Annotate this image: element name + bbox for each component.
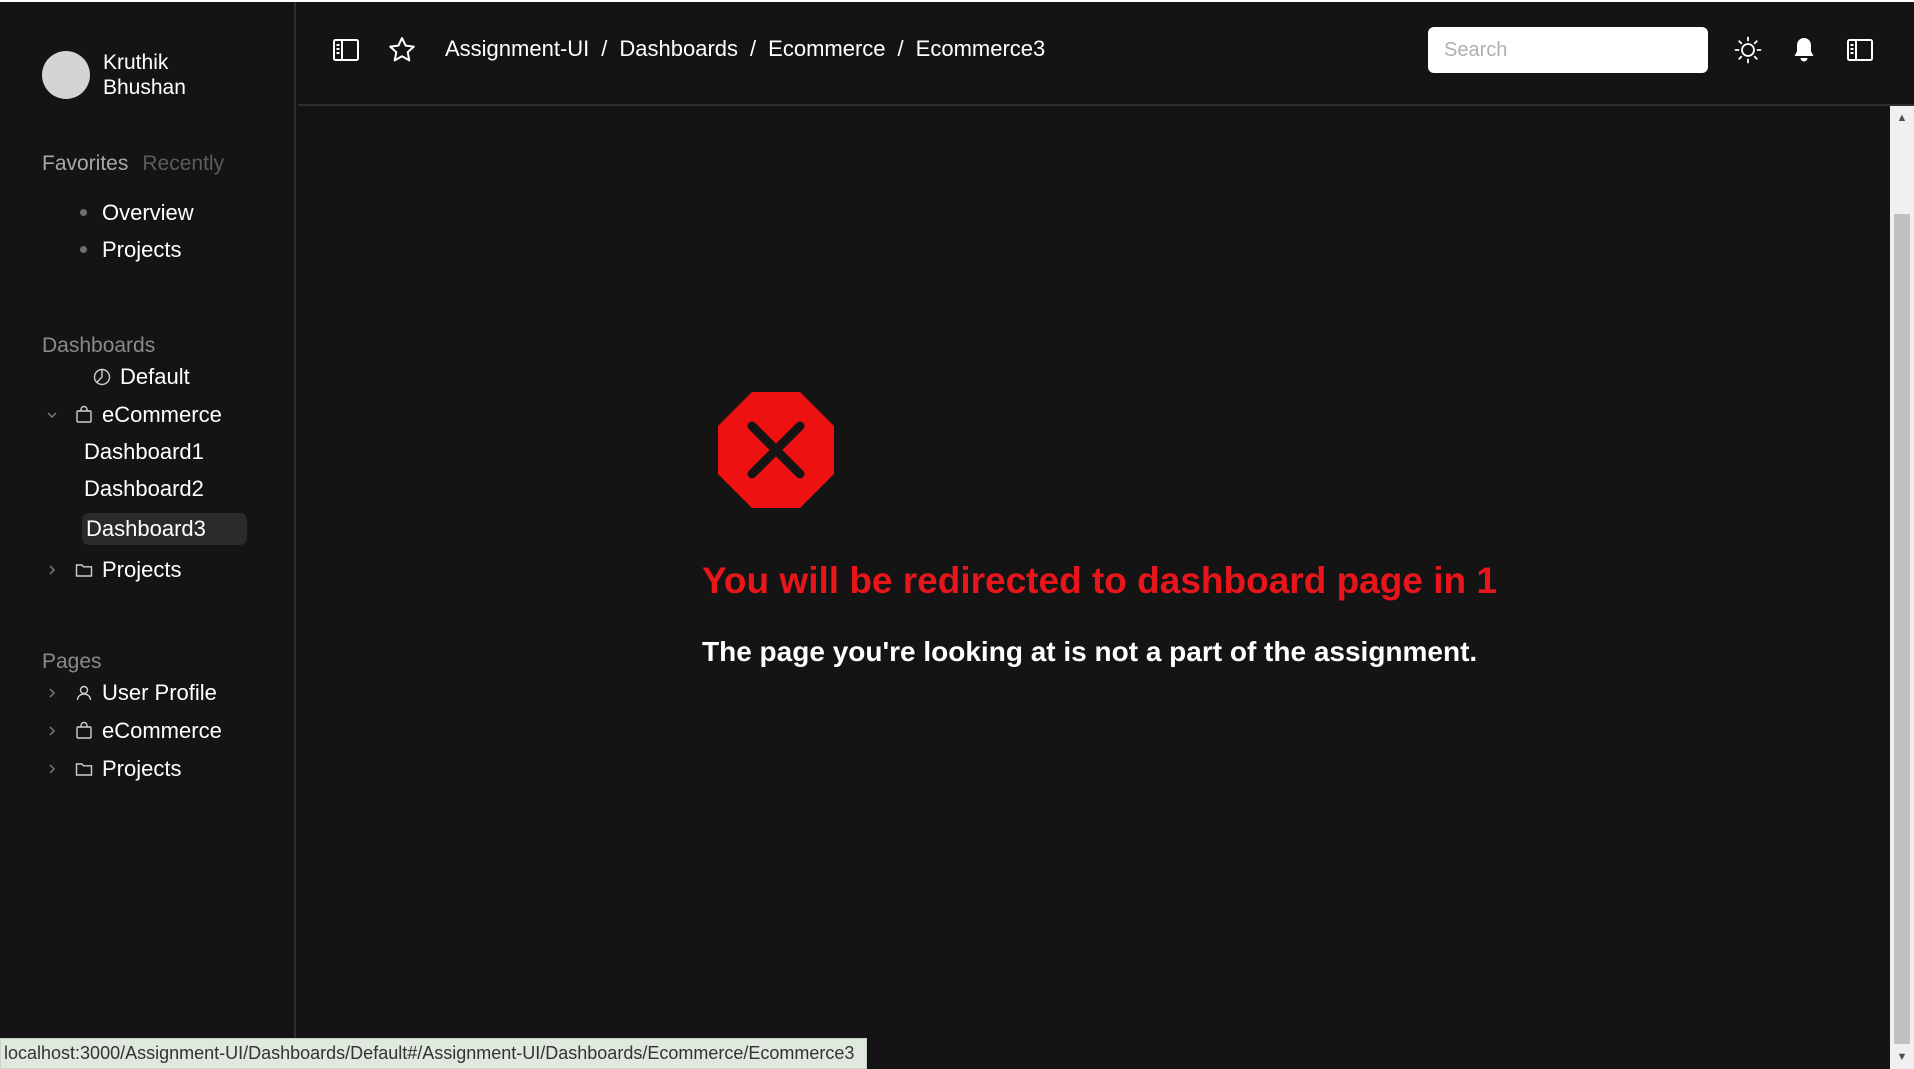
bullet-dot-icon [80, 209, 87, 216]
panel-toggle-icon[interactable] [1844, 34, 1876, 66]
chevron-right-icon[interactable] [44, 763, 60, 775]
sidebar-item-user-profile[interactable]: User Profile [44, 676, 217, 710]
error-stop-icon [718, 392, 834, 508]
sidebar-item-pages-projects[interactable]: Projects [44, 752, 181, 786]
dashboards-section-label: Dashboards [42, 334, 156, 357]
breadcrumb-separator: / [897, 36, 904, 61]
folder-icon [74, 759, 94, 779]
breadcrumb-item-assignment-ui[interactable]: Assignment-UI [445, 36, 589, 62]
favorites-list: Overview Projects [80, 194, 194, 268]
breadcrumb: Assignment-UI / Dashboards / Ecommerce /… [445, 36, 1045, 62]
sidebar-item-dashboard3[interactable]: Dashboard3 [82, 513, 247, 545]
sidebar-item-label: User Profile [102, 680, 217, 705]
breadcrumb-item-ecommerce3[interactable]: Ecommerce3 [916, 36, 1046, 62]
sidebar-toggle-icon[interactable] [330, 34, 362, 66]
favorite-item-projects[interactable]: Projects [80, 231, 194, 268]
favorite-item-overview[interactable]: Overview [80, 194, 194, 231]
chevron-right-icon[interactable] [44, 687, 60, 699]
scroll-up-arrow-icon[interactable]: ▲ [1890, 108, 1914, 128]
sidebar-item-pages-ecommerce[interactable]: eCommerce [44, 714, 222, 748]
tab-recently[interactable]: Recently [142, 152, 224, 176]
link-status-bar: localhost:3000/Assignment-UI/Dashboards/… [0, 1038, 868, 1069]
main-content: You will be redirected to dashboard page… [298, 108, 1890, 1069]
sidebar-item-label: Projects [102, 557, 182, 582]
favorites-tabs: Favorites Recently [42, 152, 224, 176]
vertical-scrollbar[interactable]: ▲ ▼ [1890, 106, 1914, 1069]
top-header: Assignment-UI / Dashboards / Ecommerce /… [298, 2, 1914, 106]
folder-icon [74, 560, 94, 580]
user-name: Kruthik Bhushan [103, 51, 186, 99]
sidebar-item-label: eCommerce [102, 718, 222, 743]
chevron-right-icon[interactable] [44, 725, 60, 737]
breadcrumb-item-ecommerce[interactable]: Ecommerce [768, 36, 885, 62]
sun-icon[interactable] [1732, 34, 1764, 66]
shopping-bag-icon [74, 721, 94, 741]
star-icon[interactable] [386, 34, 418, 66]
bell-icon[interactable] [1788, 34, 1820, 66]
user-profile[interactable]: Kruthik Bhushan [42, 50, 223, 100]
breadcrumb-separator: / [601, 36, 608, 61]
sidebar-item-projects[interactable]: Projects [44, 553, 181, 587]
pages-section-label: Pages [42, 650, 102, 673]
user-icon [74, 683, 94, 703]
sidebar: Kruthik Bhushan Favorites Recently Overv… [0, 2, 296, 1069]
chevron-down-icon[interactable] [44, 409, 60, 421]
chevron-right-icon[interactable] [44, 564, 60, 576]
sidebar-item-ecommerce[interactable]: eCommerce [44, 398, 222, 432]
pie-chart-icon [92, 367, 112, 387]
bullet-dot-icon [80, 246, 87, 253]
sidebar-item-dashboard1[interactable]: Dashboard1 [84, 436, 204, 468]
avatar[interactable] [42, 51, 90, 99]
breadcrumb-item-dashboards[interactable]: Dashboards [619, 36, 738, 62]
scroll-thumb[interactable] [1894, 214, 1910, 1044]
info-message: The page you're looking at is not a part… [702, 636, 1478, 667]
redirect-message: You will be redirected to dashboard page… [702, 560, 1497, 601]
sidebar-item-dashboard2[interactable]: Dashboard2 [84, 473, 204, 505]
breadcrumb-separator: / [750, 36, 757, 61]
tab-favorites[interactable]: Favorites [42, 152, 128, 176]
shopping-bag-icon [74, 405, 94, 425]
sidebar-item-label: Projects [102, 756, 182, 781]
favorite-item-label: Overview [102, 199, 194, 225]
sidebar-item-label: eCommerce [102, 402, 222, 427]
scroll-down-arrow-icon[interactable]: ▼ [1890, 1047, 1914, 1067]
sidebar-item-label: Default [120, 364, 190, 389]
favorite-item-label: Projects [102, 236, 182, 262]
sidebar-item-default[interactable]: Default [92, 360, 190, 394]
search-input[interactable] [1428, 27, 1708, 73]
